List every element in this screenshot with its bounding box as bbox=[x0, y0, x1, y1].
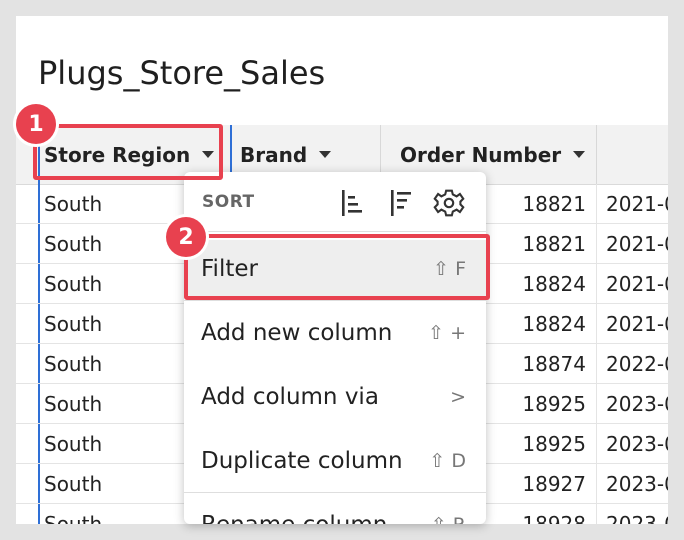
menu-divider bbox=[184, 300, 486, 301]
shortcut-hint: ⇧ + bbox=[428, 322, 466, 344]
menu-item-rename-column[interactable]: Rename column ⇧ R bbox=[184, 496, 486, 524]
menu-item-label: Add column via bbox=[201, 384, 379, 410]
shortcut-hint: ⇧ R bbox=[431, 496, 466, 524]
highlight-filter-item bbox=[184, 234, 490, 300]
cell-date[interactable]: 2023-0 bbox=[604, 504, 668, 524]
step-badge-1: 1 bbox=[16, 104, 56, 144]
column-context-menu: SORT Filter ⇧ F Add new column ⇧ + Add c… bbox=[184, 172, 486, 524]
cell-date[interactable]: 2023-0 bbox=[604, 424, 668, 464]
cell-date[interactable]: 2021-0 bbox=[604, 304, 668, 344]
column-header-label: Order Number bbox=[400, 142, 562, 167]
sort-section-label: SORT bbox=[202, 192, 255, 212]
cell-store-region[interactable]: South bbox=[44, 224, 102, 264]
cell-date[interactable]: 2021-0 bbox=[604, 264, 668, 304]
menu-item-duplicate-column[interactable]: Duplicate column ⇧ D bbox=[184, 432, 486, 490]
menu-divider bbox=[184, 231, 486, 232]
cell-date[interactable]: 2021-0 bbox=[604, 184, 668, 224]
cell-store-region[interactable]: South bbox=[44, 504, 102, 524]
cell-date[interactable]: 2021-0 bbox=[604, 224, 668, 264]
cell-store-region[interactable]: South bbox=[44, 424, 102, 464]
highlight-store-region-header bbox=[33, 124, 223, 180]
chevron-down-icon[interactable] bbox=[573, 151, 586, 158]
chevron-down-icon[interactable] bbox=[319, 151, 332, 158]
menu-divider bbox=[184, 492, 486, 493]
cell-store-region[interactable]: South bbox=[44, 264, 102, 304]
chevron-right-icon: > bbox=[450, 386, 466, 408]
menu-item-label: Duplicate column bbox=[201, 448, 403, 474]
column-divider[interactable] bbox=[596, 125, 597, 184]
cell-date[interactable]: 2023-0 bbox=[604, 464, 668, 504]
cell-store-region[interactable]: South bbox=[44, 384, 102, 424]
cell-store-region[interactable]: South bbox=[44, 464, 102, 504]
cell-date[interactable]: 2023-0 bbox=[604, 384, 668, 424]
cell-store-region[interactable]: South bbox=[44, 184, 102, 224]
column-header-label: Brand bbox=[240, 142, 308, 167]
menu-item-add-column-via[interactable]: Add column via > bbox=[184, 368, 486, 426]
shortcut-hint: ⇧ D bbox=[429, 450, 466, 472]
menu-item-add-new-column[interactable]: Add new column ⇧ + bbox=[184, 304, 486, 362]
cell-store-region[interactable]: South bbox=[44, 304, 102, 344]
menu-item-label: Rename column bbox=[201, 496, 387, 524]
cell-date[interactable]: 2022-0 bbox=[604, 344, 668, 384]
sort-descending-icon[interactable] bbox=[386, 186, 420, 220]
gear-icon[interactable] bbox=[432, 186, 466, 220]
page-title: Plugs_Store_Sales bbox=[38, 54, 326, 92]
cell-store-region[interactable]: South bbox=[44, 344, 102, 384]
step-badge-2: 2 bbox=[166, 217, 206, 257]
menu-item-label: Add new column bbox=[201, 320, 393, 346]
sort-ascending-icon[interactable] bbox=[337, 186, 371, 220]
